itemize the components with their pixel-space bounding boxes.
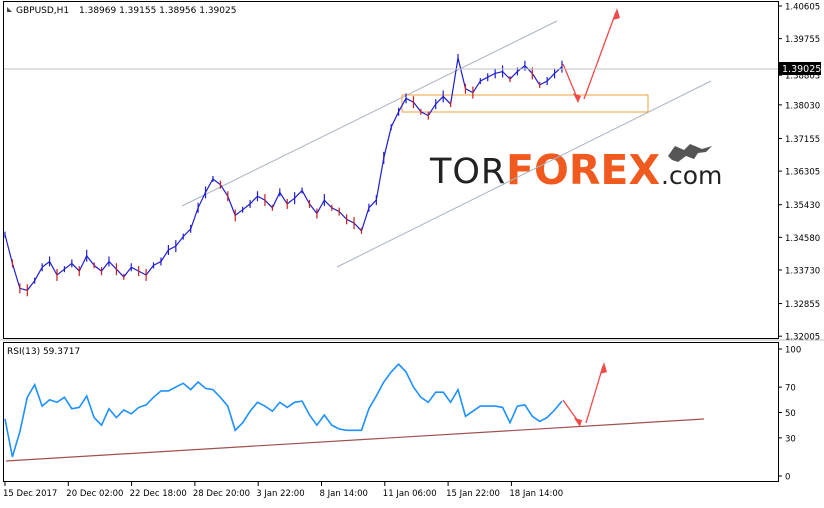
chart-canvas: 1.406051.397551.388031.380301.371551.363… [0,1,824,499]
logo-tor-text: TOR [429,152,506,192]
torforex-logo: TOR FOREX .com [429,144,722,194]
triangle-icon [7,7,12,12]
rsi-tick-label: 30 [785,434,796,444]
current-price-label: 1.39025 [782,64,821,75]
current-price-marker: 1.39025 [4,62,821,75]
price-tick-label: 1.36305 [785,168,820,178]
rsi-trendline[interactable] [5,418,705,462]
time-tick-label: 18 Jan 14:00 [509,489,563,499]
price-tick-label: 1.33730 [785,266,820,276]
symbol-header: GBPUSD,H1 1.38969 1.39155 1.38956 1.3902… [7,6,236,16]
time-axis: 15 Dec 2017 20 Dec 02:00 22 Dec 18:00 28 De… [3,481,563,499]
price-tick-label: 1.37155 [785,135,820,145]
chart-window: 1.40605 1.39755 1.38803 1.38030 1.37155 1.363… [0,0,824,504]
rsi-axis: 100 70 50 30 0 [778,346,801,483]
rsi-label: RSI(13) 59.3717 [7,347,80,357]
rsi-panel-frame [3,342,779,482]
price-tick-label: 1.35430 [785,201,820,211]
time-tick-label: 8 Jan 14:00 [320,489,368,499]
bull-icon [668,144,712,162]
ohlc-values: 1.38969 1.39155 1.38956 1.39025 [79,6,236,16]
price-forecast-arrows[interactable] [562,11,617,101]
time-tick-label: 15 Jan 22:00 [446,489,500,499]
price-tick-label: 1.32005 [785,333,820,343]
rsi-series [4,363,563,458]
rsi-line [4,363,563,458]
time-tick-label: 20 Dec 02:00 [66,489,123,499]
rsi-tick-label: 50 [785,409,796,419]
price-tick-label: 1.34580 [785,234,820,244]
rsi-forecast-arrows[interactable] [562,365,604,425]
time-tick-label: 3 Jan 22:00 [256,489,304,499]
logo-com-text: .com [661,161,722,190]
symbol-label: GBPUSD,H1 [16,6,69,16]
price-tick-label: 1.40605 [785,3,820,13]
price-tick-label: 1.39755 [785,35,820,45]
price-tick-label: 1.32855 [785,300,820,310]
rsi-arrow-up-icon [600,362,607,374]
time-tick-label: 11 Jan 06:00 [383,489,437,499]
time-tick-label: 22 Dec 18:00 [130,489,187,499]
rsi-arrow-down-icon [574,418,582,427]
logo-forex-text: FOREX [506,146,660,194]
time-tick-label: 28 Dec 20:00 [193,489,250,499]
support-zone-rectangle[interactable] [401,94,649,113]
rsi-tick-label: 100 [785,346,801,356]
time-tick-label: 15 Dec 2017 [3,489,57,499]
price-tick-label: 1.38030 [785,101,820,111]
rsi-tick-label: 0 [785,473,790,483]
rsi-tick-label: 70 [785,384,796,394]
arrow-up-icon [613,8,620,20]
price-axis: 1.406051.397551.388031.380301.371551.363… [778,3,820,343]
